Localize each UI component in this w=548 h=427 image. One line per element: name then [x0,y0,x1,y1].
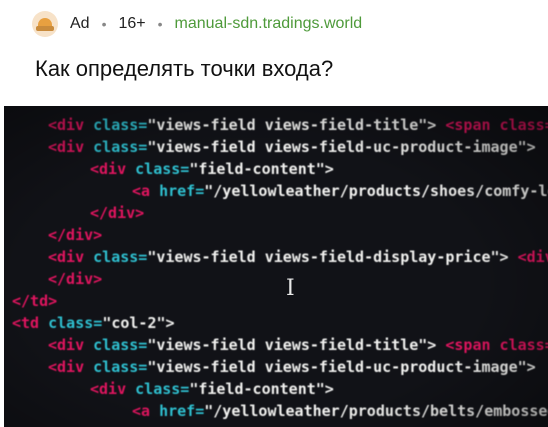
separator-dot: • [157,16,163,32]
separator-dot: • [101,16,107,32]
advertiser-logo-icon [32,11,58,37]
ad-headline[interactable]: Как определять точки входа? [35,56,333,82]
age-rating: 16+ [118,15,146,32]
image-vignette [4,106,548,427]
ad-card[interactable]: Ad • 16+ • manual-sdn.tradings.world Как… [0,0,548,427]
ad-domain-link[interactable]: manual-sdn.tradings.world [175,15,363,33]
ad-image[interactable]: <div class="views-field views-field-titl… [4,106,548,427]
ad-label: Ad [70,15,90,32]
ad-meta-row: Ad • 16+ • manual-sdn.tradings.world [32,10,362,38]
